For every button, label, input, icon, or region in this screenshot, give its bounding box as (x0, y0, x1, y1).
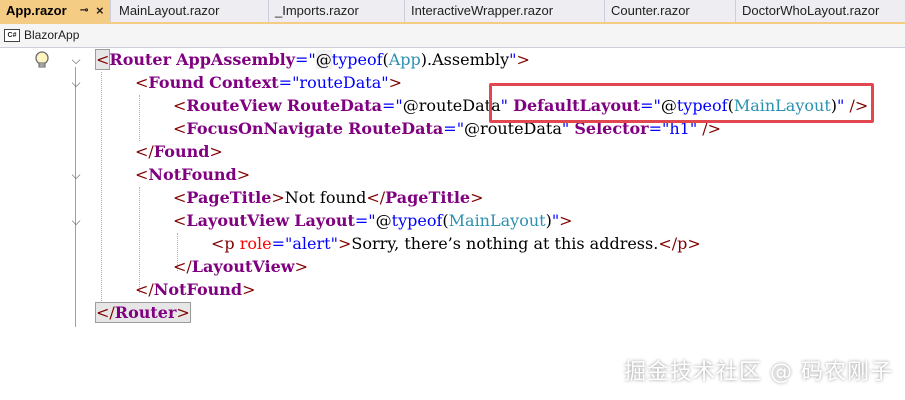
project-selector[interactable]: C# BlazorApp (4, 27, 304, 44)
tab-app-razor[interactable]: App.razor ⊸ × (0, 0, 111, 22)
tab-label: Counter.razor (611, 3, 690, 18)
tab-mainlayout-razor[interactable]: MainLayout.razor (113, 0, 269, 22)
tab-label: DoctorWhoLayout.razor (742, 3, 880, 18)
outline-rail (75, 67, 76, 327)
collapse-icon[interactable]: ⌵ (70, 54, 82, 66)
navigation-bar: C# BlazorApp (0, 24, 905, 48)
tab-doctorwholayout-razor[interactable]: DoctorWhoLayout.razor (736, 0, 905, 22)
code-line-5: </Found> (135, 142, 223, 161)
watermark: 掘金技术社区 @ 码农刚子 (624, 360, 893, 385)
tab-label: _Imports.razor (275, 3, 359, 18)
code-line-8: <LayoutView Layout="@typeof(MainLayout)"… (173, 211, 573, 230)
indent-guide (101, 72, 102, 317)
code-line-11: </NotFound> (135, 280, 256, 299)
code-line-10: </LayoutView> (173, 257, 308, 276)
collapse-icon[interactable]: ⌵ (70, 77, 82, 89)
tab-interactivewrapper-razor[interactable]: InteractiveWrapper.razor (405, 0, 605, 22)
highlight-box (489, 83, 874, 123)
tab-counter-razor[interactable]: Counter.razor (605, 0, 736, 22)
indent-guide (139, 95, 140, 141)
code-line-1: <Router AppAssembly="@typeof(App).Assemb… (94, 49, 530, 70)
code-line-6: <NotFound> (135, 165, 251, 184)
project-name: BlazorApp (24, 28, 80, 42)
lightbulb-icon[interactable] (34, 51, 50, 71)
code-editor[interactable]: ⌵ ⌵ ⌵ ⌵ <Router AppAssembly="@typeof(App… (0, 48, 905, 400)
tab-imports-razor[interactable]: _Imports.razor (269, 0, 405, 22)
code-line-7: <PageTitle>Not found</PageTitle> (173, 188, 484, 207)
document-tab-strip: App.razor ⊸ × MainLayout.razor _Imports.… (0, 0, 905, 24)
code-line-12: </Router> (95, 302, 191, 323)
pin-icon[interactable]: ⊸ (80, 0, 88, 22)
tab-label: App.razor (6, 3, 67, 18)
tab-label: InteractiveWrapper.razor (411, 3, 554, 18)
code-line-2: <Found Context="routeData"> (135, 73, 403, 92)
collapse-icon[interactable]: ⌵ (70, 169, 82, 181)
close-icon[interactable]: × (96, 0, 104, 22)
csharp-project-icon: C# (4, 29, 20, 43)
code-line-9: <p role="alert">Sorry, there’s nothing a… (211, 234, 701, 253)
tab-label: MainLayout.razor (119, 3, 220, 18)
collapse-icon[interactable]: ⌵ (70, 215, 82, 227)
